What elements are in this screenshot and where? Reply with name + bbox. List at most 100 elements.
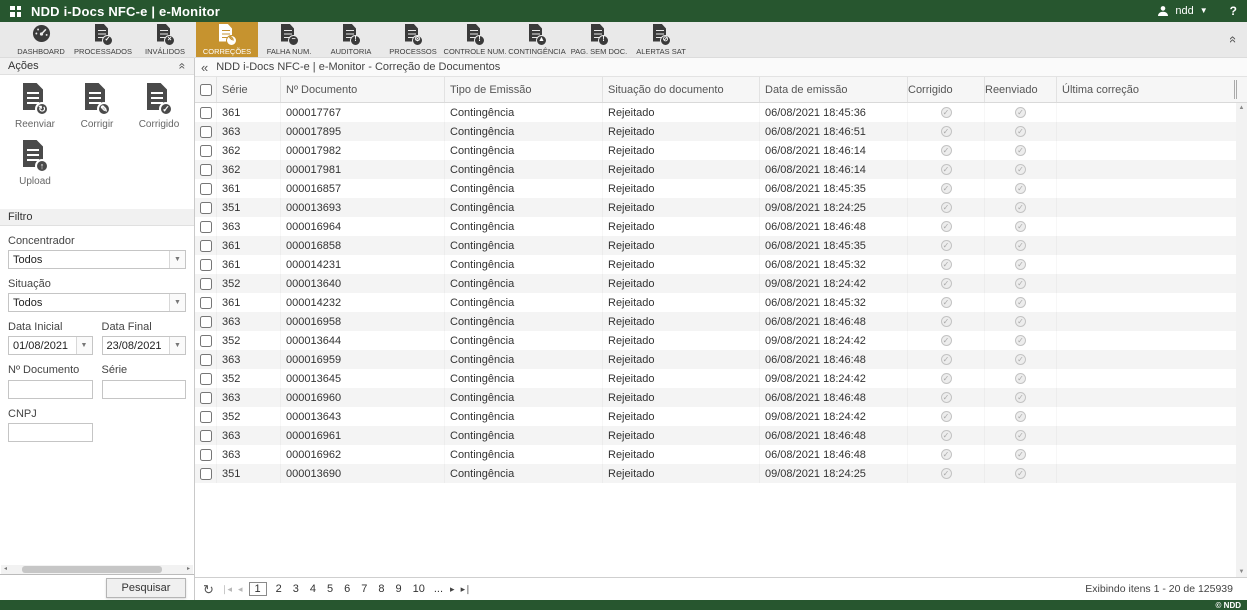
- data-inicial-picker[interactable]: 01/08/2021 ▼: [8, 336, 93, 355]
- action-item[interactable]: ✓ Corrigido: [128, 83, 190, 130]
- tab[interactable]: ! PAG. SEM DOC.: [568, 22, 630, 57]
- table-row[interactable]: 361 000014232 Contingência Rejeitado 06/…: [195, 293, 1236, 312]
- table-row[interactable]: 362 000017981 Contingência Rejeitado 06/…: [195, 160, 1236, 179]
- table-row[interactable]: 352 000013640 Contingência Rejeitado 09/…: [195, 274, 1236, 293]
- row-checkbox[interactable]: [200, 411, 212, 423]
- column-header-emissao[interactable]: Data de emissão: [760, 77, 908, 102]
- page-number-1[interactable]: 1: [249, 582, 267, 596]
- table-row[interactable]: 352 000013644 Contingência Rejeitado 09/…: [195, 331, 1236, 350]
- help-button[interactable]: ?: [1230, 4, 1237, 18]
- chevron-down-icon[interactable]: ▼: [169, 251, 185, 268]
- row-checkbox[interactable]: [200, 449, 212, 461]
- situacao-select[interactable]: Todos ▼: [8, 293, 186, 312]
- collapse-actions-icon[interactable]: «: [179, 59, 186, 73]
- tab[interactable]: × INVÁLIDOS: [134, 22, 196, 57]
- table-row[interactable]: 352 000013645 Contingência Rejeitado 09/…: [195, 369, 1236, 388]
- action-item[interactable]: ↑ Upload: [4, 140, 66, 187]
- scroll-down-icon[interactable]: ▼: [1239, 567, 1245, 577]
- row-checkbox[interactable]: [200, 183, 212, 195]
- table-row[interactable]: 361 000016858 Contingência Rejeitado 06/…: [195, 236, 1236, 255]
- prev-page-button[interactable]: ◂: [238, 584, 242, 595]
- table-row[interactable]: 352 000013643 Contingência Rejeitado 09/…: [195, 407, 1236, 426]
- num-documento-input[interactable]: [8, 380, 93, 399]
- column-header-tipo[interactable]: Tipo de Emissão: [445, 77, 603, 102]
- row-checkbox[interactable]: [200, 240, 212, 252]
- column-header-documento[interactable]: Nº Documento: [281, 77, 445, 102]
- row-checkbox[interactable]: [200, 297, 212, 309]
- scroll-up-icon[interactable]: ▲: [1239, 103, 1245, 113]
- page-number-9[interactable]: 9: [394, 583, 404, 595]
- row-checkbox[interactable]: [200, 392, 212, 404]
- table-row[interactable]: 363 000016959 Contingência Rejeitado 06/…: [195, 350, 1236, 369]
- table-row[interactable]: 363 000016964 Contingência Rejeitado 06/…: [195, 217, 1236, 236]
- tab[interactable]: ✎ CORREÇÕES: [196, 22, 258, 57]
- apps-grid-icon[interactable]: [10, 6, 21, 17]
- tab[interactable]: − FALHA NUM.: [258, 22, 320, 57]
- tab[interactable]: DASHBOARD: [10, 22, 72, 57]
- row-checkbox[interactable]: [200, 335, 212, 347]
- row-checkbox[interactable]: [200, 373, 212, 385]
- page-number-7[interactable]: 7: [359, 583, 369, 595]
- page-number-2[interactable]: 2: [274, 583, 284, 595]
- row-checkbox[interactable]: [200, 468, 212, 480]
- page-number-3[interactable]: 3: [291, 583, 301, 595]
- vertical-scrollbar[interactable]: ▲ ▼: [1236, 103, 1247, 577]
- table-row[interactable]: 351 000013693 Contingência Rejeitado 09/…: [195, 198, 1236, 217]
- table-row[interactable]: 363 000016958 Contingência Rejeitado 06/…: [195, 312, 1236, 331]
- table-row[interactable]: 362 000017982 Contingência Rejeitado 06/…: [195, 141, 1236, 160]
- first-page-button[interactable]: ❘◂: [221, 584, 231, 595]
- scroll-left-icon[interactable]: ◂: [1, 565, 10, 574]
- tab[interactable]: ⊘ ALERTAS SAT: [630, 22, 692, 57]
- column-resize-handle[interactable]: [1234, 80, 1237, 99]
- row-checkbox[interactable]: [200, 126, 212, 138]
- row-checkbox[interactable]: [200, 259, 212, 271]
- table-row[interactable]: 361 000014231 Contingência Rejeitado 06/…: [195, 255, 1236, 274]
- serie-input[interactable]: [102, 380, 187, 399]
- search-button[interactable]: Pesquisar: [106, 578, 186, 598]
- next-page-button[interactable]: ▸: [450, 584, 454, 595]
- concentrador-select[interactable]: Todos ▼: [8, 250, 186, 269]
- collapse-tabbar-button[interactable]: «: [1230, 22, 1237, 57]
- refresh-icon[interactable]: ↻: [203, 583, 214, 596]
- sidebar-horizontal-scrollbar[interactable]: ◂ ▸: [1, 565, 193, 574]
- scroll-right-icon[interactable]: ▸: [184, 565, 193, 574]
- scrollbar-thumb[interactable]: [22, 566, 162, 573]
- row-checkbox[interactable]: [200, 430, 212, 442]
- row-checkbox[interactable]: [200, 316, 212, 328]
- column-header-situacao[interactable]: Situação do documento: [603, 77, 760, 102]
- table-row[interactable]: 361 000016857 Contingência Rejeitado 06/…: [195, 179, 1236, 198]
- chevron-down-icon[interactable]: ▼: [1200, 7, 1208, 15]
- row-checkbox[interactable]: [200, 202, 212, 214]
- cnpj-input[interactable]: [8, 423, 93, 442]
- row-checkbox[interactable]: [200, 164, 212, 176]
- page-number-6[interactable]: 6: [342, 583, 352, 595]
- page-number-8[interactable]: 8: [376, 583, 386, 595]
- select-all-checkbox[interactable]: [200, 84, 212, 96]
- user-menu[interactable]: ndd: [1175, 5, 1193, 17]
- tab[interactable]: ▲ CONTINGÊNCIA: [506, 22, 568, 57]
- collapse-sidebar-icon[interactable]: «: [201, 61, 208, 74]
- tab[interactable]: ✓ PROCESSADOS: [72, 22, 134, 57]
- tab[interactable]: ⚙ PROCESSOS: [382, 22, 444, 57]
- page-number-4[interactable]: 4: [308, 583, 318, 595]
- column-header-serie[interactable]: Série: [217, 77, 281, 102]
- last-page-button[interactable]: ▸❘: [461, 584, 471, 595]
- table-row[interactable]: 363 000016960 Contingência Rejeitado 06/…: [195, 388, 1236, 407]
- table-row[interactable]: 363 000016962 Contingência Rejeitado 06/…: [195, 445, 1236, 464]
- table-row[interactable]: 363 000017895 Contingência Rejeitado 06/…: [195, 122, 1236, 141]
- column-header-ultima[interactable]: Última correção: [1057, 77, 1247, 102]
- action-item[interactable]: ✎ Corrigir: [66, 83, 128, 130]
- tab[interactable]: ! CONTROLE NUM.: [444, 22, 506, 57]
- row-checkbox[interactable]: [200, 354, 212, 366]
- table-row[interactable]: 351 000013690 Contingência Rejeitado 09/…: [195, 464, 1236, 483]
- chevron-down-icon[interactable]: ▼: [169, 294, 185, 311]
- column-header-reenviado[interactable]: Reenviado: [985, 77, 1057, 102]
- action-item[interactable]: ↻ Reenviar: [4, 83, 66, 130]
- data-final-picker[interactable]: 23/08/2021 ▼: [102, 336, 187, 355]
- page-number-5[interactable]: 5: [325, 583, 335, 595]
- row-checkbox[interactable]: [200, 145, 212, 157]
- row-checkbox[interactable]: [200, 221, 212, 233]
- table-row[interactable]: 363 000016961 Contingência Rejeitado 06/…: [195, 426, 1236, 445]
- tab[interactable]: ! AUDITORIA: [320, 22, 382, 57]
- row-checkbox[interactable]: [200, 278, 212, 290]
